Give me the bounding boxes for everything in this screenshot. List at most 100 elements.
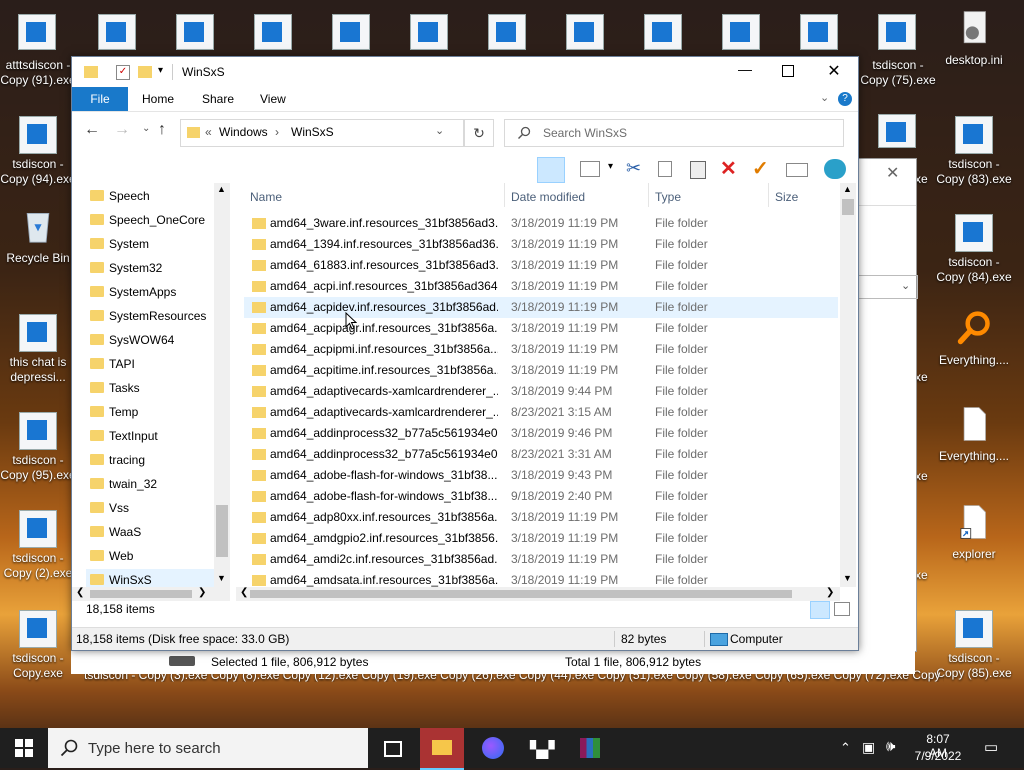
exe-icon[interactable] — [254, 14, 292, 50]
file-row[interactable]: amd64_adaptivecards-xamlcardrenderer_...… — [244, 381, 838, 402]
exe-icon[interactable] — [566, 14, 604, 50]
exe-icon[interactable] — [488, 14, 526, 50]
file-row[interactable]: amd64_61883.inf.resources_31bf3856ad3...… — [244, 255, 838, 276]
scroll-thumb[interactable] — [216, 505, 228, 557]
preview-pane-icon[interactable] — [537, 157, 565, 183]
file-list[interactable]: ^ Name Date modified Type Size amd64_3wa… — [236, 183, 856, 587]
cut-icon[interactable]: ✂ — [626, 158, 641, 179]
forward-button[interactable]: → — [114, 121, 130, 139]
notifications-icon[interactable]: ▭ — [984, 738, 998, 756]
desktop-icon[interactable]: tsdiscon - Copy (85).exe — [936, 610, 1012, 681]
check-icon[interactable]: ✓ — [752, 156, 769, 181]
desktop-icon[interactable]: desktop.ini — [936, 10, 1012, 68]
nav-item[interactable]: Web — [86, 545, 224, 567]
nav-item[interactable]: WaaS — [86, 521, 224, 543]
scroll-down-icon[interactable]: ▼ — [843, 573, 852, 583]
file-row[interactable]: amd64_1394.inf.resources_31bf3856ad36...… — [244, 234, 838, 255]
scroll-thumb[interactable] — [90, 590, 192, 598]
file-row[interactable]: amd64_adaptivecards-xamlcardrenderer_...… — [244, 402, 838, 423]
exe-icon[interactable] — [18, 14, 56, 50]
desktop-icon[interactable]: Everything.... — [936, 406, 1012, 464]
file-row[interactable]: amd64_addinprocess32_b77a5c561934e0... 8/… — [244, 444, 838, 465]
exe-icon[interactable] — [644, 14, 682, 50]
nav-item[interactable]: System32 — [86, 257, 224, 279]
navigation-pane[interactable]: Speech Speech_OneCore System System32 Sy… — [72, 183, 230, 587]
desktop-icon[interactable]: this chat is depressi... — [0, 314, 76, 385]
minimize-button[interactable]: — — [722, 61, 768, 77]
file-row[interactable]: amd64_3ware.inf.resources_31bf3856ad3...… — [244, 213, 838, 234]
recycle-bin[interactable]: Recycle Bin — [0, 208, 76, 266]
exe-icon[interactable] — [98, 14, 136, 50]
details-view-button[interactable] — [810, 601, 830, 619]
file-row[interactable]: amd64_amdsata.inf.resources_31bf3856a...… — [244, 570, 838, 587]
volume-icon[interactable]: 🕪 — [886, 738, 895, 755]
app-icon[interactable]: ▚▞ — [520, 728, 564, 768]
layout-icon[interactable] — [580, 161, 600, 177]
nav-item[interactable]: Tasks — [86, 377, 224, 399]
desktop-icon[interactable]: Everything.... — [936, 310, 1012, 368]
rename-icon[interactable] — [786, 163, 808, 177]
file-row[interactable]: amd64_adp80xx.inf.resources_31bf3856a...… — [244, 507, 838, 528]
desktop-icon[interactable]: tsdiscon - Copy (2).exe — [0, 510, 76, 581]
nav-scrollbar[interactable]: ▲ ▼ — [214, 183, 230, 587]
taskbar-search[interactable]: Type here to search — [48, 728, 368, 768]
nav-item[interactable]: Vss — [86, 497, 224, 519]
file-row[interactable]: amd64_addinprocess32_b77a5c561934e0... 3/… — [244, 423, 838, 444]
file-row[interactable]: amd64_amdi2c.inf.resources_31bf3856ad...… — [244, 549, 838, 570]
expand-ribbon-icon[interactable]: ⌄ — [820, 91, 829, 104]
delete-icon[interactable]: ✕ — [720, 156, 737, 181]
nav-item[interactable]: twain_32 — [86, 473, 224, 495]
nav-item[interactable]: TAPI — [86, 353, 224, 375]
desktop-icon[interactable]: tsdiscon - Copy (94).exe — [0, 116, 76, 187]
exe-icon[interactable] — [878, 14, 916, 50]
column-date-modified[interactable]: Date modified — [511, 187, 585, 207]
file-row[interactable]: amd64_acpipagr.inf.resources_31bf3856a..… — [244, 318, 838, 339]
file-row[interactable]: amd64_acpipmi.inf.resources_31bf3856a...… — [244, 339, 838, 360]
exe-icon[interactable] — [410, 14, 448, 50]
file-row[interactable]: amd64_acpidev.inf.resources_31bf3856ad..… — [244, 297, 838, 318]
desktop-icon[interactable]: tsdiscon - Copy.exe — [0, 610, 76, 681]
scroll-left-icon[interactable]: ❮ — [240, 587, 248, 598]
desktop-icon[interactable]: tsdiscon - Copy (75).exe — [860, 58, 936, 88]
scroll-thumb[interactable] — [842, 199, 854, 215]
back-button[interactable]: ← — [84, 121, 100, 139]
nav-item[interactable]: System — [86, 233, 224, 255]
column-type[interactable]: Type — [655, 187, 681, 207]
scroll-left-icon[interactable]: ❮ — [76, 587, 84, 598]
breadcrumb-windows[interactable]: Windows — [219, 125, 268, 139]
new-folder-icon[interactable] — [138, 66, 152, 78]
scroll-right-icon[interactable]: ❯ — [198, 587, 206, 598]
desktop-icon-top-left[interactable]: atttsdiscon - Copy (91).exe — [0, 58, 76, 88]
address-prefix[interactable]: « — [205, 125, 212, 139]
column-name[interactable]: Name — [250, 187, 282, 207]
copy-icon[interactable] — [658, 161, 672, 177]
firefox-icon[interactable] — [470, 728, 514, 768]
desktop-icon[interactable]: tsdiscon - Copy (83).exe — [936, 116, 1012, 187]
show-hidden-icons-button[interactable]: ⌃ — [840, 740, 851, 756]
recent-locations-icon[interactable]: ⌄ — [142, 123, 150, 134]
maximize-button[interactable] — [782, 65, 794, 77]
nav-item[interactable]: Temp — [86, 401, 224, 423]
scroll-thumb[interactable] — [250, 590, 792, 598]
exe-icon[interactable] — [878, 114, 916, 148]
desktop-icon[interactable]: tsdiscon - Copy (95).exe — [0, 412, 76, 483]
nav-item[interactable]: tracing — [86, 449, 224, 471]
title-bar[interactable]: ✓ ▾ WinSxS — ✕ — [72, 57, 858, 87]
search-input[interactable]: Search WinSxS — [504, 119, 844, 147]
exe-icon[interactable] — [722, 14, 760, 50]
winrar-icon[interactable] — [568, 728, 612, 768]
nav-item[interactable]: SysWOW64 — [86, 329, 224, 351]
help-icon[interactable]: ? — [838, 92, 852, 106]
nav-item[interactable]: Speech — [86, 185, 224, 207]
close-icon[interactable]: ✕ — [886, 163, 899, 183]
breadcrumb-winsxs[interactable]: WinSxS — [291, 125, 334, 139]
file-row[interactable]: amd64_adobe-flash-for-windows_31bf38... 9… — [244, 486, 838, 507]
exe-icon[interactable] — [176, 14, 214, 50]
tab-home[interactable]: Home — [130, 87, 186, 111]
file-explorer-window[interactable]: ✓ ▾ WinSxS — ✕ File Home Share View ⌄ ? … — [71, 56, 859, 651]
scroll-down-icon[interactable]: ▼ — [217, 573, 226, 583]
large-icons-view-button[interactable] — [834, 602, 850, 616]
tab-view[interactable]: View — [248, 87, 298, 111]
task-view-icon[interactable] — [370, 728, 414, 768]
file-row[interactable]: amd64_adobe-flash-for-windows_31bf38... 3… — [244, 465, 838, 486]
